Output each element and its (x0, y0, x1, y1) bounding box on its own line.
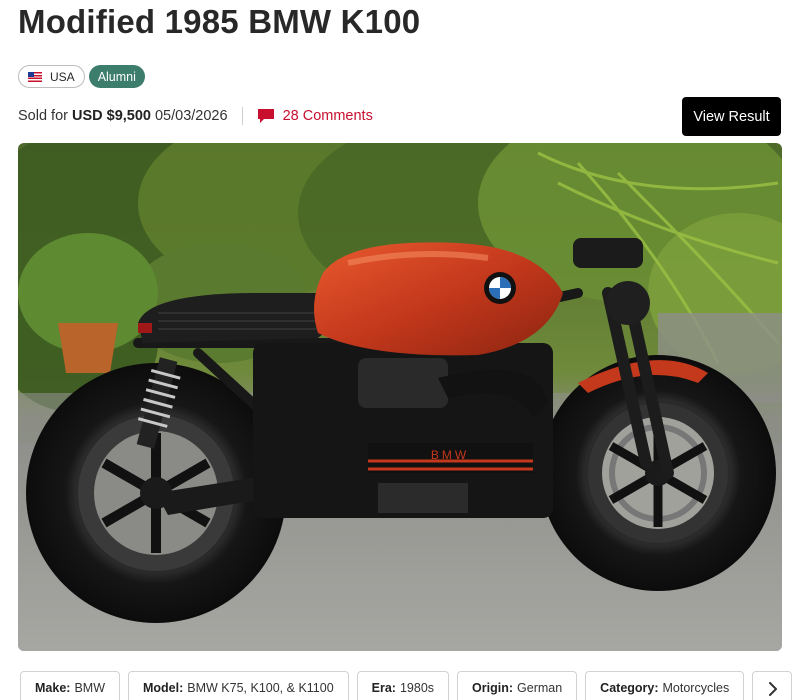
sold-date: 05/03/2026 (154, 108, 228, 124)
sold-label: Sold for (18, 108, 68, 124)
fact-value: Motorcycles (662, 681, 730, 695)
fact-value: 1980s (399, 681, 435, 695)
comments-label: 28 Comments (282, 108, 373, 124)
sold-price: USD $9,500 (71, 108, 151, 124)
country-badge[interactable]: USA (18, 65, 85, 88)
facts-bar: Make: BMW Model: BMW K75, K100, & K1100 … (20, 671, 793, 700)
chevron-right-icon[interactable] (760, 676, 786, 700)
view-result-button[interactable]: View Result (682, 97, 781, 136)
fact-model[interactable]: Model: BMW K75, K100, & K1100 (128, 671, 349, 700)
fact-key: Make: (35, 681, 71, 695)
fact-category[interactable]: Category: Motorcycles (585, 671, 745, 700)
divider (241, 107, 243, 125)
alumni-badge: Alumni (88, 65, 145, 88)
fact-origin[interactable]: Origin: German (457, 671, 578, 700)
comments-link[interactable]: 28 Comments (257, 108, 373, 124)
fact-make[interactable]: Make: BMW (20, 671, 120, 700)
country-badge-label: USA (50, 69, 75, 84)
listing-title: Modified 1985 BMW K100 (18, 3, 421, 40)
us-flag-icon (28, 71, 42, 82)
fact-value: BMW K75, K100, & K1100 (187, 681, 334, 695)
fact-key: Model: (143, 681, 184, 695)
svg-text:BMW: BMW (431, 448, 469, 462)
sold-info: Sold for USD $9,500 05/03/2026 28 Commen… (18, 105, 373, 127)
fact-era[interactable]: Era: 1980s (356, 671, 450, 700)
fact-key: Origin: (472, 681, 514, 695)
hero-image[interactable]: BMW (18, 143, 782, 651)
fact-key: Era: (371, 681, 396, 695)
fact-key: Category: (600, 681, 659, 695)
comment-icon (257, 108, 275, 124)
fact-value: BMW (74, 681, 105, 695)
fact-value: German (517, 681, 563, 695)
listing-badges: USA Alumni (18, 65, 145, 88)
